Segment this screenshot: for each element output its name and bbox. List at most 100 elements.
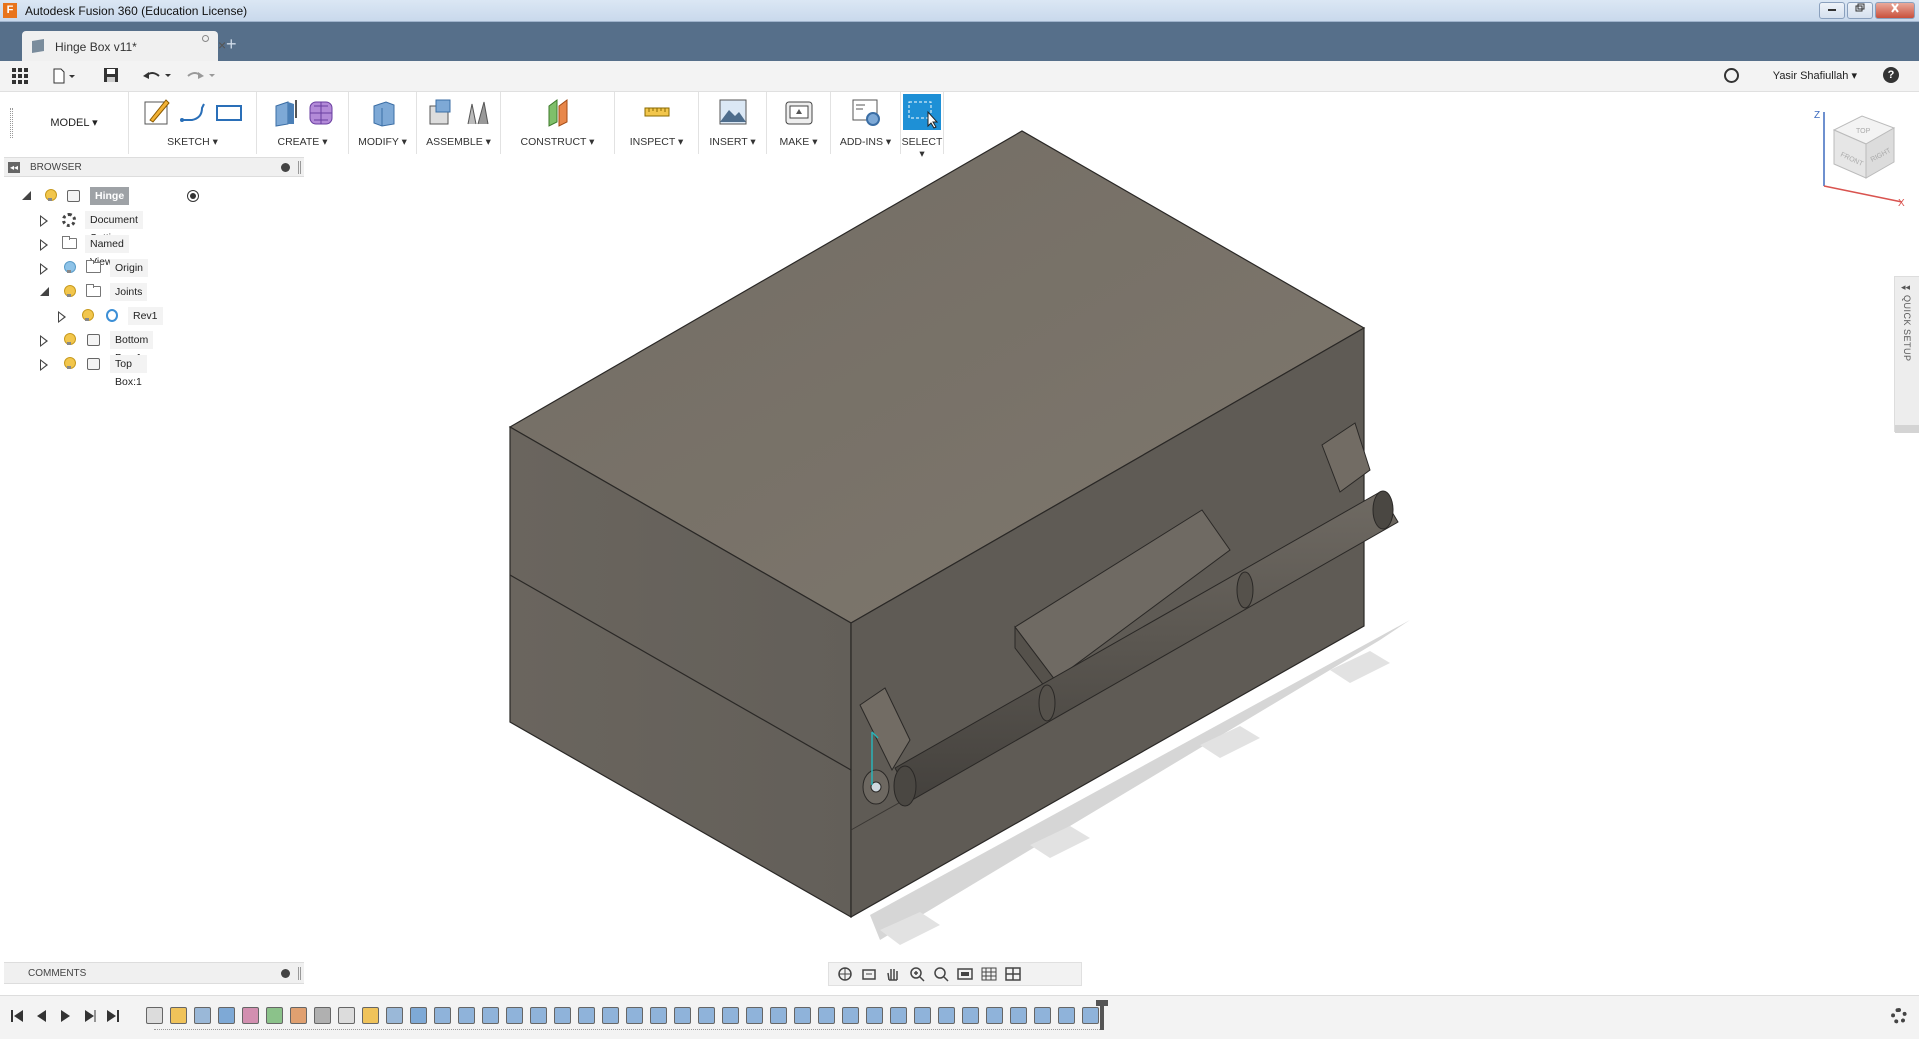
assemble-group-label[interactable]: ASSEMBLE ▾ (417, 136, 500, 148)
3d-print-icon[interactable] (784, 96, 814, 128)
timeline-feature-icon[interactable] (626, 1007, 643, 1024)
restore-button[interactable] (1847, 2, 1873, 19)
look-at-icon[interactable] (861, 966, 877, 982)
timeline-feature-icon[interactable] (290, 1007, 307, 1024)
quick-setup-panel[interactable]: ◂◂ QUICK SETUP (1894, 276, 1919, 433)
timeline-feature-icon[interactable] (362, 1007, 379, 1024)
display-settings-icon[interactable] (957, 966, 973, 982)
visibility-bulb-icon[interactable] (64, 285, 76, 298)
timeline-feature-icon[interactable] (1082, 1007, 1099, 1024)
tree-label[interactable]: Top Box:1 (110, 355, 147, 388)
timeline-feature-icon[interactable] (746, 1007, 763, 1024)
timeline-last-icon[interactable] (106, 1009, 120, 1023)
visibility-bulb-icon[interactable] (45, 189, 57, 202)
new-tab-button[interactable]: + (226, 34, 237, 55)
timeline-feature-icon[interactable] (554, 1007, 571, 1024)
new-component-icon[interactable] (426, 96, 456, 128)
save-icon[interactable] (103, 67, 119, 83)
tree-label[interactable]: Named Views (85, 235, 129, 268)
inspect-group-label[interactable]: INSPECT ▾ (615, 136, 698, 148)
extrude-icon[interactable] (270, 96, 300, 128)
rectangle-icon[interactable] (214, 96, 244, 128)
construct-group-label[interactable]: CONSTRUCT ▾ (501, 136, 614, 148)
tree-label[interactable]: Rev1 (128, 307, 163, 325)
expand-triangle-icon[interactable] (22, 191, 31, 200)
timeline-feature-icon[interactable] (146, 1007, 163, 1024)
timeline-play-icon[interactable] (58, 1009, 72, 1023)
timeline-feature-icon[interactable] (842, 1007, 859, 1024)
timeline-first-icon[interactable] (10, 1009, 24, 1023)
viewcube-top-label[interactable]: TOP (1856, 128, 1871, 135)
expand-triangle-icon[interactable] (40, 335, 48, 347)
timeline-feature-icon[interactable] (818, 1007, 835, 1024)
expand-triangle-icon[interactable] (40, 215, 48, 227)
timeline-feature-icon[interactable] (722, 1007, 739, 1024)
expand-triangle-icon[interactable] (58, 311, 66, 323)
select-icon[interactable] (903, 94, 941, 130)
close-window-button[interactable] (1875, 2, 1915, 19)
addins-group-label[interactable]: ADD-INS ▾ (831, 136, 900, 148)
tab-close-button[interactable]: × (218, 37, 226, 53)
tree-label[interactable]: Document Settings (85, 211, 143, 244)
timeline-feature-icon[interactable] (578, 1007, 595, 1024)
visibility-bulb-icon[interactable] (64, 333, 76, 346)
toolbar-grip[interactable] (10, 108, 13, 138)
tab-hinge-box[interactable]: Hinge Box v11* × (22, 31, 226, 61)
create-group-label[interactable]: CREATE ▾ (257, 136, 348, 148)
tree-label-root[interactable]: Hinge Box v11 (90, 187, 130, 238)
create-sketch-icon[interactable] (142, 96, 172, 128)
timeline-feature-icon[interactable] (386, 1007, 403, 1024)
joint-icon[interactable] (462, 96, 492, 128)
undo-icon[interactable] (142, 69, 172, 83)
expand-triangle-icon[interactable] (40, 287, 49, 296)
timeline-feature-icon[interactable] (410, 1007, 427, 1024)
job-status-clock-icon[interactable] (1724, 68, 1739, 83)
timeline-feature-icon[interactable] (338, 1007, 355, 1024)
tree-label[interactable]: Bottom Box:1 (110, 331, 154, 364)
help-icon[interactable]: ? (1883, 67, 1899, 83)
pan-hand-icon[interactable] (885, 966, 901, 982)
timeline-feature-icon[interactable] (674, 1007, 691, 1024)
comments-pin-icon[interactable] (298, 967, 301, 980)
timeline-feature-icon[interactable] (218, 1007, 235, 1024)
timeline-feature-icon[interactable] (242, 1007, 259, 1024)
timeline-feature-icon[interactable] (794, 1007, 811, 1024)
expand-triangle-icon[interactable] (40, 263, 48, 275)
timeline-feature-icon[interactable] (914, 1007, 931, 1024)
view-cube[interactable]: Z X TOP FRONT RIGHT (1812, 106, 1908, 206)
timeline-feature-icon[interactable] (650, 1007, 667, 1024)
user-account-menu[interactable]: Yasir Shafiullah ▾ (1773, 69, 1857, 82)
fit-zoom-icon[interactable] (933, 966, 949, 982)
timeline-feature-icon[interactable] (170, 1007, 187, 1024)
insert-image-icon[interactable] (718, 96, 748, 128)
timeline-feature-icon[interactable] (482, 1007, 499, 1024)
timeline-feature-icon[interactable] (434, 1007, 451, 1024)
timeline-next-icon[interactable] (82, 1009, 96, 1023)
timeline-feature-icon[interactable] (194, 1007, 211, 1024)
insert-group-label[interactable]: INSERT ▾ (699, 136, 766, 148)
timeline-feature-icon[interactable] (962, 1007, 979, 1024)
browser-pin-icon[interactable] (298, 161, 301, 174)
timeline-marker-handle[interactable] (1096, 1000, 1108, 1030)
timeline-feature-icon[interactable] (1058, 1007, 1075, 1024)
expand-triangle-icon[interactable] (40, 239, 48, 251)
press-pull-icon[interactable] (368, 96, 398, 128)
timeline-feature-icon[interactable] (1034, 1007, 1051, 1024)
tree-label[interactable]: Origin (110, 259, 149, 277)
timeline-feature-icon[interactable] (530, 1007, 547, 1024)
timeline-feature-icon[interactable] (1010, 1007, 1027, 1024)
select-group-label[interactable]: SELECT ▾ (901, 136, 943, 160)
zoom-icon[interactable] (909, 966, 925, 982)
timeline-feature-icon[interactable] (866, 1007, 883, 1024)
timeline-feature-icon[interactable] (506, 1007, 523, 1024)
form-icon[interactable] (306, 96, 336, 128)
timeline-feature-icon[interactable] (314, 1007, 331, 1024)
expand-quick-setup-icon[interactable]: ◂◂ (1901, 282, 1910, 293)
hinge-box-model[interactable] (508, 130, 1399, 919)
collapse-browser-icon[interactable]: ◂◂ (8, 162, 20, 173)
minimize-button[interactable] (1819, 2, 1845, 19)
scripts-addins-icon[interactable] (851, 96, 881, 128)
visibility-bulb-icon[interactable] (64, 261, 76, 274)
redo-icon[interactable] (186, 69, 216, 83)
timeline-feature-icon[interactable] (986, 1007, 1003, 1024)
